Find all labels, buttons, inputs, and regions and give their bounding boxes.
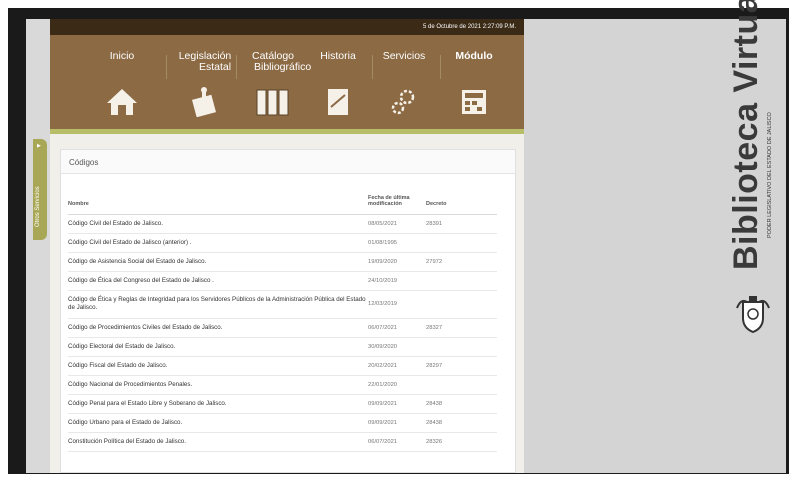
row-date: 06/07/2021 — [368, 432, 426, 452]
row-date: 09/09/2021 — [368, 413, 426, 433]
row-name[interactable]: Código de Procedimientos Civiles del Est… — [68, 318, 368, 338]
codes-panel: Códigos Nombre Fecha de última modificac… — [60, 149, 516, 473]
header-name[interactable]: Nombre — [68, 185, 368, 215]
table-row[interactable]: Código de Procedimientos Civiles del Est… — [68, 318, 497, 338]
browser-viewport: 5 de Octubre de 2021 2:27:09 P.M. Inicio… — [26, 19, 786, 473]
home-icon — [107, 89, 137, 115]
table-row[interactable]: Código Nacional de Procedimientos Penale… — [68, 375, 497, 395]
row-name[interactable]: Código Penal para el Estado Libre y Sobe… — [68, 394, 368, 414]
law-book-icon — [192, 87, 216, 117]
row-name[interactable]: Código Civil del Estado de Jalisco (ante… — [68, 233, 368, 253]
row-name[interactable]: Código Nacional de Procedimientos Penale… — [68, 375, 368, 395]
nav-item-modulo[interactable]: Módulo — [444, 35, 504, 129]
table-row[interactable]: Código Penal para el Estado Libre y Sobe… — [68, 394, 497, 414]
row-decree — [426, 375, 497, 395]
triangle-right-icon: ▶ — [37, 143, 41, 149]
row-date: 20/02/2021 — [368, 356, 426, 376]
nav-item-historia[interactable]: Historia — [308, 35, 368, 129]
row-date: 12/03/2019 — [368, 290, 426, 319]
row-decree: 28438 — [426, 394, 497, 414]
state-crest-icon — [736, 296, 770, 334]
nav-label: Módulo — [455, 50, 493, 62]
table-row[interactable]: Código de Ética y Reglas de Integridad p… — [68, 290, 497, 319]
topbar: 5 de Octubre de 2021 2:27:09 P.M. — [50, 19, 524, 35]
nav-item-inicio[interactable]: Inicio — [92, 35, 152, 129]
row-date: 19/09/2020 — [368, 252, 426, 272]
row-decree — [426, 337, 497, 357]
row-date: 09/09/2021 — [368, 394, 426, 414]
codes-table: Nombre Fecha de última modificación Decr… — [68, 185, 497, 452]
accent-bar — [50, 129, 524, 134]
table-row[interactable]: Código Urbano para el Estado de Jalisco.… — [68, 413, 497, 433]
nav-label: Historia — [320, 50, 356, 62]
row-name[interactable]: Constitución Política del Estado de Jali… — [68, 432, 368, 452]
nav-label-2: Estatal — [198, 61, 232, 73]
site-container: 5 de Octubre de 2021 2:27:09 P.M. Inicio… — [50, 19, 524, 473]
panel-title: Códigos — [61, 150, 515, 174]
nav-label-2: Bibliográfico — [254, 61, 312, 73]
row-decree: 28438 — [426, 413, 497, 433]
side-tab-label: Otros Servicios — [35, 186, 41, 227]
table-row[interactable]: Código de Ética del Congreso del Estado … — [68, 271, 497, 291]
main-nav: Inicio Legislación Estatal Catálogo Bibl… — [50, 35, 524, 129]
row-decree — [426, 271, 497, 291]
row-name[interactable]: Código Civil del Estado de Jalisco. — [68, 214, 368, 234]
row-date: 01/08/1995 — [368, 233, 426, 253]
nav-item-catalogo[interactable]: Catálogo Bibliográfico — [238, 35, 312, 129]
row-decree: 28327 — [426, 318, 497, 338]
row-name[interactable]: Código Electoral del Estado de Jalisco. — [68, 337, 368, 357]
nav-item-servicios[interactable]: Servicios — [374, 35, 434, 129]
row-date: 06/07/2021 — [368, 318, 426, 338]
row-name[interactable]: Código Urbano para el Estado de Jalisco. — [68, 413, 368, 433]
left-margin — [26, 19, 50, 473]
table-row[interactable]: Código Civil del Estado de Jalisco. 08/05… — [68, 214, 497, 234]
nav-separator — [440, 55, 441, 79]
brand-subtitle: PODER LEGISLATIVO DEL ESTADO DE JALISCO — [767, 112, 773, 238]
row-decree: 27972 — [426, 252, 497, 272]
row-name[interactable]: Código de Ética y Reglas de Integridad p… — [68, 290, 368, 319]
nav-item-legislacion[interactable]: Legislación Estatal — [170, 35, 240, 129]
row-decree: 28297 — [426, 356, 497, 376]
brand-title: Biblioteca Virtual — [727, 0, 765, 270]
row-date: 22/01/2020 — [368, 375, 426, 395]
datetime-text: 5 de Octubre de 2021 2:27:09 P.M. — [423, 24, 516, 30]
row-date: 08/05/2021 — [368, 214, 426, 234]
document-icon — [328, 89, 348, 115]
gears-icon — [391, 89, 415, 115]
header-date[interactable]: Fecha de última modificación — [368, 185, 426, 215]
row-decree — [426, 290, 497, 319]
row-decree: 28326 — [426, 432, 497, 452]
row-name[interactable]: Código Fiscal del Estado de Jalisco. — [68, 356, 368, 376]
other-services-tab[interactable]: Otros Servicios — [33, 139, 47, 240]
inegi-icon — [462, 90, 486, 114]
table-row[interactable]: Código Fiscal del Estado de Jalisco. 20/0… — [68, 356, 497, 376]
books-icon — [256, 89, 289, 116]
row-date: 24/10/2019 — [368, 271, 426, 291]
table-row[interactable]: Código Civil del Estado de Jalisco (ante… — [68, 233, 497, 253]
row-date: 30/09/2020 — [368, 337, 426, 357]
row-decree: 28391 — [426, 214, 497, 234]
nav-separator — [236, 55, 237, 79]
table-header-row: Nombre Fecha de última modificación Decr… — [68, 185, 497, 215]
row-name[interactable]: Código de Asistencia Social del Estado d… — [68, 252, 368, 272]
row-decree — [426, 233, 497, 253]
table-row[interactable]: Constitución Política del Estado de Jali… — [68, 432, 497, 452]
nav-separator — [166, 55, 167, 79]
nav-label: Servicios — [382, 50, 426, 62]
nav-separator — [372, 55, 373, 79]
table-row[interactable]: Código Electoral del Estado de Jalisco. 3… — [68, 337, 497, 357]
table-row[interactable]: Código de Asistencia Social del Estado d… — [68, 252, 497, 272]
nav-label: Inicio — [109, 50, 135, 62]
row-name[interactable]: Código de Ética del Congreso del Estado … — [68, 271, 368, 291]
header-decree[interactable]: Decreto — [426, 185, 497, 215]
